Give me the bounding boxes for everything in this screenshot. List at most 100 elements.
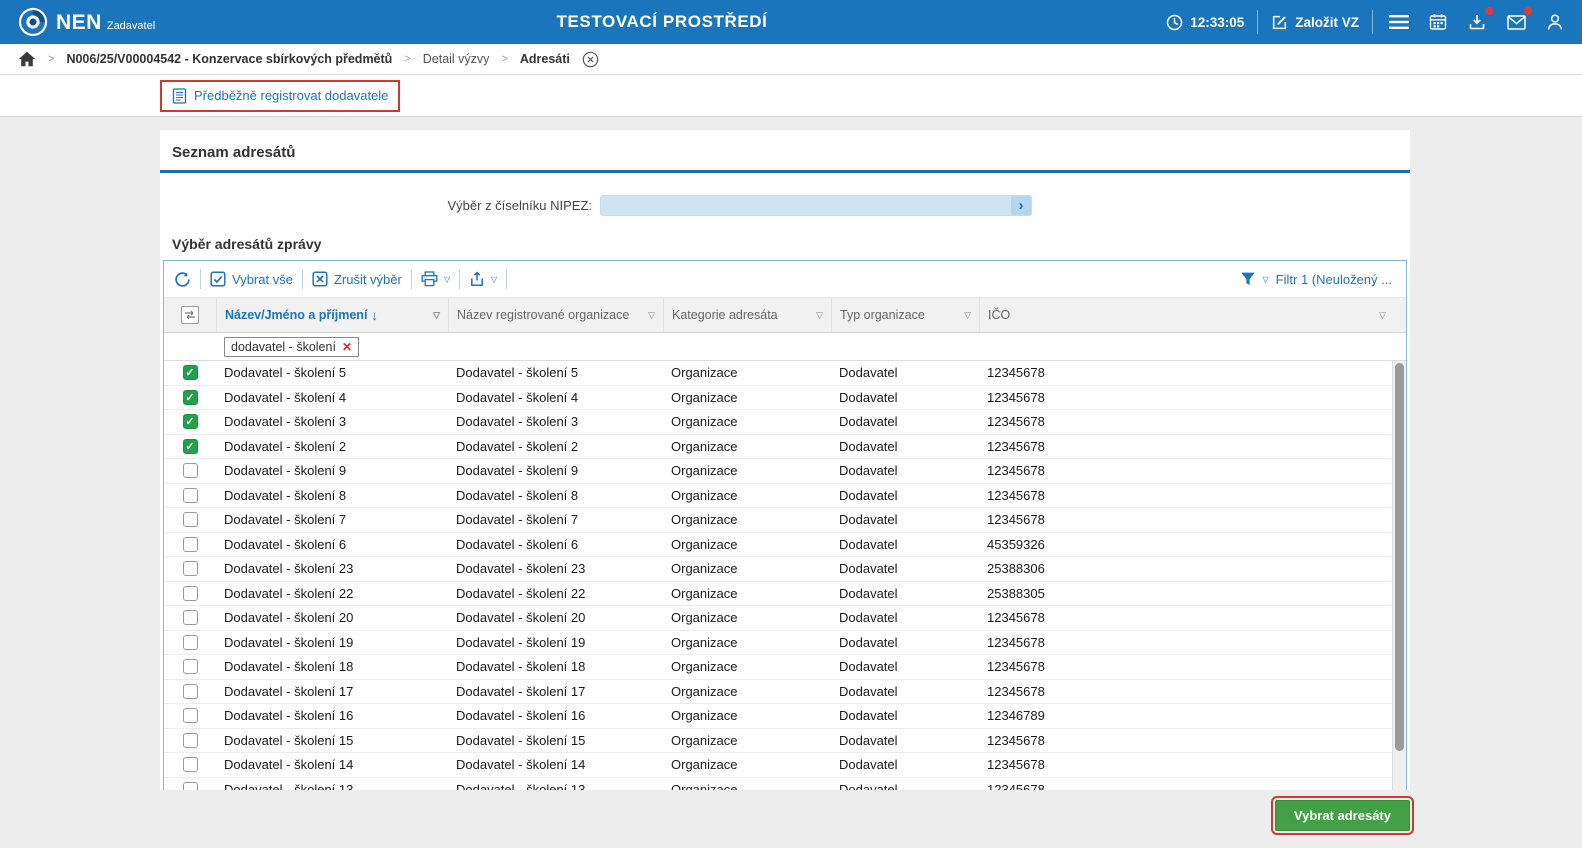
column-header-ico[interactable]: IČO ▽	[979, 298, 1406, 332]
row-checkbox-cell	[164, 757, 216, 772]
row-checkbox[interactable]	[183, 488, 198, 503]
close-tab-icon[interactable]	[582, 51, 599, 68]
cell-name: Dodavatel - školení 15	[216, 733, 448, 748]
column-filter-icon[interactable]: ▽	[427, 310, 440, 321]
column-header-type[interactable]: Typ organizace ▽	[831, 298, 979, 332]
breadcrumb-item-detail-vyzvy[interactable]: Detail výzvy	[423, 52, 490, 66]
sort-desc-icon[interactable]: ↓	[371, 308, 378, 323]
row-checkbox[interactable]	[183, 365, 198, 380]
refresh-button[interactable]	[174, 271, 191, 288]
cell-category: Organizace	[663, 586, 831, 601]
table-row[interactable]: Dodavatel - školení 5 Dodavatel - školen…	[164, 361, 1406, 386]
column-header-org[interactable]: Název registrované organizace ▽	[448, 298, 663, 332]
row-checkbox[interactable]	[183, 757, 198, 772]
row-checkbox[interactable]	[183, 561, 198, 576]
column-filter-icon[interactable]: ▽	[1373, 310, 1386, 321]
table-row[interactable]: Dodavatel - školení 2 Dodavatel - školen…	[164, 435, 1406, 460]
column-filter-icon[interactable]: ▽	[958, 310, 971, 321]
preregister-supplier-label: Předběžně registrovat dodavatele	[194, 88, 388, 103]
row-checkbox-cell	[164, 537, 216, 552]
table-row[interactable]: Dodavatel - školení 18 Dodavatel - škole…	[164, 655, 1406, 680]
row-checkbox[interactable]	[183, 733, 198, 748]
select-all-button[interactable]: Vybrat vše	[210, 271, 293, 287]
brand-role: Zadavatel	[107, 21, 155, 33]
row-checkbox[interactable]	[183, 635, 198, 650]
downloads-button[interactable]	[1464, 9, 1490, 35]
table-row[interactable]: Dodavatel - školení 19 Dodavatel - škole…	[164, 631, 1406, 656]
row-checkbox[interactable]	[183, 610, 198, 625]
cell-org: Dodavatel - školení 22	[448, 586, 663, 601]
active-filter-label[interactable]: Filtr 1 (Neuložený ...	[1276, 272, 1392, 287]
row-checkbox[interactable]	[183, 439, 198, 454]
toolbar-divider	[459, 269, 460, 289]
filter-chip[interactable]: dodavatel - školení ✕	[224, 337, 359, 357]
app-logo[interactable]: NEN Zadavatel	[18, 7, 198, 37]
breadcrumb-item-procurement[interactable]: N006/25/V00004542 - Konzervace sbírkovýc…	[66, 52, 392, 66]
calendar-button[interactable]	[1425, 9, 1451, 35]
nipez-input[interactable]	[600, 195, 1032, 216]
row-checkbox[interactable]	[183, 390, 198, 405]
table-row[interactable]: Dodavatel - školení 17 Dodavatel - škole…	[164, 680, 1406, 705]
row-checkbox-cell	[164, 365, 216, 380]
table-row[interactable]: Dodavatel - školení 4 Dodavatel - školen…	[164, 386, 1406, 411]
nipez-picker-button[interactable]: ›	[1011, 196, 1031, 215]
row-checkbox[interactable]	[183, 782, 198, 790]
column-filter-icon[interactable]: ▽	[810, 310, 823, 321]
export-button[interactable]: ▽	[469, 271, 497, 287]
remove-filter-icon[interactable]: ✕	[342, 341, 352, 353]
select-recipients-button[interactable]: Vybrat adresáty	[1275, 800, 1410, 831]
create-vz-button[interactable]: Založit VZ	[1271, 14, 1359, 31]
table-row[interactable]: Dodavatel - školení 16 Dodavatel - škole…	[164, 704, 1406, 729]
row-checkbox[interactable]	[183, 414, 198, 429]
breadcrumb-separator: >	[48, 53, 54, 65]
brand-name: NEN	[56, 12, 102, 33]
cell-name: Dodavatel - školení 19	[216, 635, 448, 650]
table-row[interactable]: Dodavatel - školení 14 Dodavatel - škole…	[164, 753, 1406, 778]
menu-button[interactable]	[1386, 9, 1412, 35]
table-row[interactable]: Dodavatel - školení 13 Dodavatel - škole…	[164, 778, 1406, 791]
row-checkbox[interactable]	[183, 463, 198, 478]
cell-type: Dodavatel	[831, 439, 979, 454]
cell-type: Dodavatel	[831, 463, 979, 478]
cell-category: Organizace	[663, 610, 831, 625]
table-row[interactable]: Dodavatel - školení 6 Dodavatel - školen…	[164, 533, 1406, 558]
table-row[interactable]: Dodavatel - školení 15 Dodavatel - škole…	[164, 729, 1406, 754]
row-checkbox[interactable]	[183, 512, 198, 527]
breadcrumb-item-adresati: Adresáti	[520, 52, 570, 66]
topbar-controls: 12:33:05 Založit VZ	[1166, 9, 1568, 35]
table-row[interactable]: Dodavatel - školení 9 Dodavatel - školen…	[164, 459, 1406, 484]
row-checkbox[interactable]	[183, 537, 198, 552]
vertical-scrollbar[interactable]	[1392, 361, 1406, 790]
table-row[interactable]: Dodavatel - školení 7 Dodavatel - školen…	[164, 508, 1406, 533]
user-button[interactable]	[1542, 9, 1568, 35]
home-icon[interactable]	[18, 51, 36, 67]
row-checkbox[interactable]	[183, 708, 198, 723]
filter-caret-icon[interactable]: ▽	[1263, 275, 1269, 284]
table-row[interactable]: Dodavatel - školení 8 Dodavatel - školen…	[164, 484, 1406, 509]
column-header-name[interactable]: Název/Jméno a příjmení ↓ ▽	[216, 298, 448, 332]
row-checkbox-cell	[164, 782, 216, 790]
column-chooser[interactable]	[164, 298, 216, 332]
preregister-supplier-button[interactable]: Předběžně registrovat dodavatele	[160, 80, 400, 112]
filter-icon[interactable]	[1240, 271, 1256, 287]
print-button[interactable]: ▽	[421, 271, 450, 287]
table-row[interactable]: Dodavatel - školení 3 Dodavatel - školen…	[164, 410, 1406, 435]
row-checkbox[interactable]	[183, 659, 198, 674]
cell-type: Dodavatel	[831, 684, 979, 699]
clear-selection-icon	[312, 271, 328, 287]
column-header-category[interactable]: Kategorie adresáta ▽	[663, 298, 831, 332]
cell-name: Dodavatel - školení 2	[216, 439, 448, 454]
clear-selection-button[interactable]: Zrušit výběr	[312, 271, 402, 287]
column-filter-icon[interactable]: ▽	[642, 310, 655, 321]
cell-type: Dodavatel	[831, 757, 979, 772]
scrollbar-thumb[interactable]	[1395, 363, 1404, 751]
table-row[interactable]: Dodavatel - školení 20 Dodavatel - škole…	[164, 606, 1406, 631]
messages-button[interactable]	[1503, 9, 1529, 35]
table-row[interactable]: Dodavatel - školení 22 Dodavatel - škole…	[164, 582, 1406, 607]
subsection-title: Výběr adresátů zprávy	[172, 236, 1410, 252]
column-header-category-label: Kategorie adresáta	[672, 308, 778, 322]
cell-name: Dodavatel - školení 16	[216, 708, 448, 723]
table-row[interactable]: Dodavatel - školení 23 Dodavatel - škole…	[164, 557, 1406, 582]
row-checkbox[interactable]	[183, 684, 198, 699]
row-checkbox[interactable]	[183, 586, 198, 601]
